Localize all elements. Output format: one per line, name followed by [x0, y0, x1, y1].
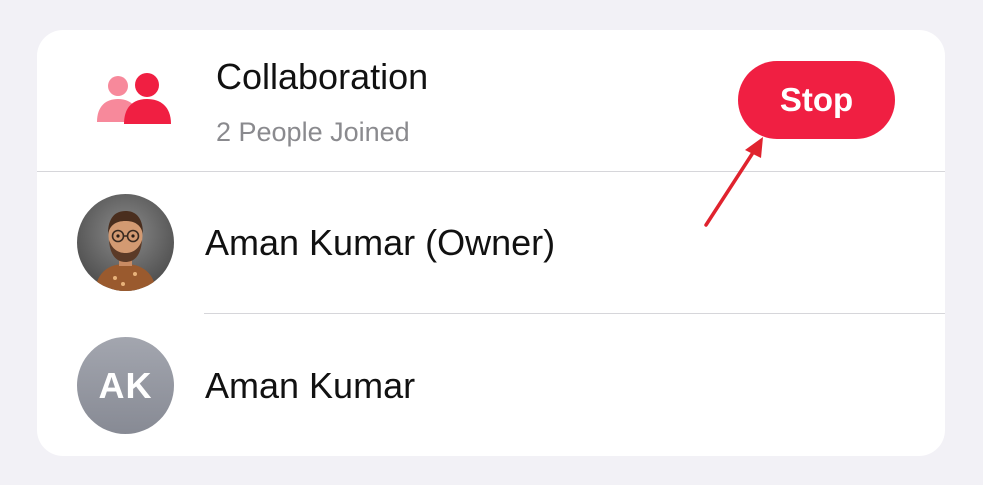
collaboration-card: Collaboration 2 People Joined Stop Aman …: [37, 30, 945, 456]
people-icon: [97, 73, 171, 124]
participant-row-owner[interactable]: Aman Kumar (Owner): [37, 172, 945, 312]
people-joined-count: 2 People Joined: [216, 117, 410, 147]
participant-row[interactable]: AK Aman Kumar: [37, 315, 945, 455]
participant-name: Aman Kumar (Owner): [205, 222, 556, 263]
annotation-arrow-icon: [704, 137, 763, 227]
collaboration-header: Collaboration 2 People Joined Stop: [37, 30, 945, 171]
screen: Collaboration 2 People Joined Stop Aman …: [0, 0, 983, 485]
row-divider: [204, 313, 945, 314]
participant-name: Aman Kumar: [205, 365, 416, 406]
collaboration-title: Collaboration: [216, 56, 429, 97]
stop-collaboration-button[interactable]: Stop: [738, 61, 895, 139]
memoji-avatar: [77, 194, 174, 291]
initials-avatar: AK: [77, 337, 174, 434]
